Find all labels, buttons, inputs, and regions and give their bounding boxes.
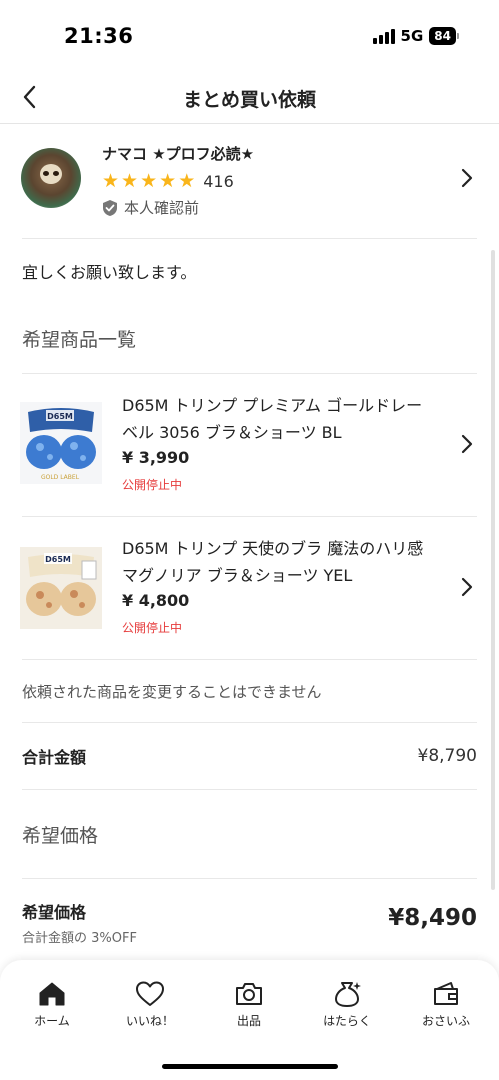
page-title: まとめ買い依頼: [182, 89, 316, 111]
desired-price-label: 希望価格: [22, 903, 87, 922]
chevron-right-icon: [461, 577, 473, 597]
avatar-eye: [43, 171, 49, 176]
star-icon: ★: [121, 170, 139, 192]
home-icon: [39, 982, 65, 1006]
chevron-right-icon: [461, 434, 473, 454]
list-item[interactable]: D65M GOLD LABEL D65M トリンプ プレミアム ゴールドレーベル…: [0, 374, 499, 516]
money-bag-icon: [335, 982, 361, 1007]
items-section-title: 希望商品一覧: [22, 328, 137, 351]
battery-icon: 84: [429, 27, 456, 45]
star-icon: ★: [159, 170, 177, 192]
verification-text: 本人確認前: [124, 199, 200, 217]
scrollbar[interactable]: [491, 250, 495, 890]
desired-section-title: 希望価格: [22, 824, 99, 847]
status-time: 21:36: [64, 24, 134, 48]
tab-label: 出品: [236, 1014, 261, 1028]
avatar-eye: [53, 171, 59, 176]
tab-likes[interactable]: いいね！: [110, 980, 190, 1029]
total-label: 合計金額: [22, 748, 87, 767]
product-image-icon: D65M GOLD LABEL: [20, 402, 102, 484]
rating-stars: ★ ★ ★ ★ ★ 416: [102, 171, 234, 191]
desired-price-sub: 合計金額の 3%OFF: [22, 931, 137, 946]
item-status-badge: 公開停止中: [122, 621, 183, 635]
item-name: D65M トリンプ 天使のブラ 魔法のハリ感 マグノリア ブラ＆ショーツ YEL: [122, 539, 424, 585]
camera-icon: [236, 983, 262, 1005]
status-bar: 21:36 5G 84: [0, 0, 499, 72]
request-message: 宜しくお願い致します。: [22, 263, 197, 282]
shield-check-icon: [103, 199, 117, 216]
notice-text: 依頼された商品を変更することはできません: [22, 682, 322, 701]
total-row: 合計金額 ¥8,790: [0, 723, 499, 789]
chevron-right-icon: [461, 168, 473, 188]
wallet-icon: [434, 982, 458, 1005]
star-icon: ★: [178, 170, 196, 192]
battery-tip: [457, 33, 459, 39]
tab-label: いいね！: [125, 1014, 174, 1028]
main-content: ナマコ ★プロフ必読★ ★ ★ ★ ★ ★ 416 本人確認前 宜しくお願い致し…: [0, 124, 499, 951]
star-icon: ★: [140, 170, 158, 192]
tab-work[interactable]: はたらく: [307, 980, 387, 1029]
heart-icon: [136, 981, 164, 1006]
tab-label: ホーム: [34, 1014, 70, 1028]
thumb-caption: GOLD LABEL: [41, 474, 80, 481]
tab-home[interactable]: ホーム: [12, 980, 92, 1029]
tab-sell[interactable]: 出品: [209, 980, 289, 1029]
rating-count: 416: [203, 171, 234, 191]
star-icon: ★: [102, 170, 120, 192]
seller-name: ナマコ ★プロフ必読★: [102, 145, 255, 163]
verification-status: 本人確認前: [102, 197, 199, 218]
thumb-size-label: D65M: [45, 555, 71, 564]
tab-label: はたらく: [323, 1014, 371, 1028]
header: まとめ買い依頼: [0, 72, 499, 124]
item-status-badge: 公開停止中: [122, 478, 183, 492]
product-thumbnail: D65M: [20, 547, 102, 629]
item-price: ¥ 3,990: [122, 448, 190, 467]
home-indicator: [162, 1064, 338, 1069]
item-price: ¥ 4,800: [122, 591, 190, 610]
desired-price-value: ¥8,490: [388, 905, 477, 931]
status-indicators: 5G 84: [372, 27, 459, 45]
item-name: D65M トリンプ プレミアム ゴールドレーベル 3056 ブラ＆ショーツ BL: [122, 396, 423, 442]
product-thumbnail: D65M GOLD LABEL: [20, 402, 102, 484]
product-image-icon: D65M: [20, 547, 102, 629]
total-value: ¥8,790: [417, 746, 477, 766]
network-label: 5G: [400, 27, 424, 45]
desired-price-row: 希望価格 合計金額の 3%OFF ¥8,490: [0, 879, 499, 951]
avatar: [21, 148, 81, 208]
tab-wallet[interactable]: おさいふ: [406, 980, 486, 1029]
seller-card[interactable]: ナマコ ★プロフ必読★ ★ ★ ★ ★ ★ 416 本人確認前: [0, 124, 499, 238]
signal-icon: [372, 28, 395, 44]
tab-bar: ホーム いいね！ 出品 はたらく おさいふ: [0, 960, 499, 1080]
tab-label: おさいふ: [421, 1014, 470, 1028]
list-item[interactable]: D65M D65M トリンプ 天使のブラ 魔法のハリ感 マグノリア ブラ＆ショー…: [0, 517, 499, 659]
thumb-size-label: D65M: [47, 412, 73, 421]
